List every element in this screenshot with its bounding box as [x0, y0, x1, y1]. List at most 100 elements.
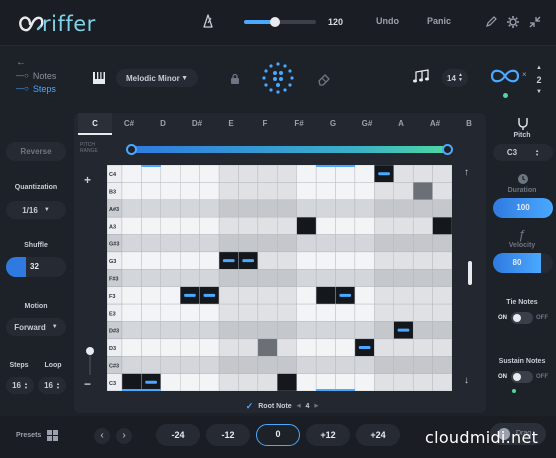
grid-cell[interactable] [180, 251, 200, 270]
grid-cell[interactable] [199, 303, 220, 322]
root-key-f-sharp[interactable]: F# [282, 113, 316, 135]
root-note-control[interactable]: ✓ Root Note ◀ 4 ▶ [236, 399, 328, 413]
grid-cell[interactable] [257, 269, 278, 287]
scroll-up-icon[interactable]: ↑ [464, 167, 469, 178]
grid-cell[interactable] [432, 234, 452, 253]
grid-cell[interactable] [412, 251, 433, 270]
stepper-arrows-icon[interactable]: ▲ ▼ [458, 73, 463, 83]
grid-cell[interactable] [160, 165, 181, 183]
grid-cell[interactable] [160, 216, 181, 235]
grid-cell[interactable] [180, 303, 200, 322]
grid-cell[interactable] [296, 251, 317, 270]
grid-cell[interactable] [335, 321, 356, 340]
grid-cell[interactable] [141, 216, 162, 235]
grid-cell[interactable] [315, 286, 336, 305]
grid-cell[interactable] [374, 286, 394, 305]
grid-cell[interactable] [315, 199, 336, 218]
grid-cell[interactable] [257, 356, 278, 374]
root-key-a-sharp[interactable]: A# [418, 113, 452, 135]
grid-cell[interactable] [335, 216, 356, 235]
grid-cell[interactable] [160, 269, 181, 287]
grid-cell[interactable] [393, 356, 414, 374]
grid-cell[interactable] [199, 216, 220, 235]
lock-icon[interactable] [230, 73, 240, 85]
grid-cell[interactable] [199, 356, 220, 374]
grid-cell[interactable] [121, 165, 142, 183]
metronome-icon[interactable] [201, 14, 215, 28]
note-marker[interactable] [184, 293, 196, 297]
stepper-arrows-icon[interactable]: ▲ ▼ [535, 148, 539, 157]
grid-cell[interactable] [199, 373, 220, 391]
octave-button[interactable]: -24 [156, 424, 200, 446]
octave-button[interactable]: -12 [206, 424, 250, 446]
step-grid[interactable]: C4 B3 A#3 A3 G#3 G3 F#3 F3 E3 D#3 D3 C#3 C3 [107, 165, 452, 391]
grid-cell[interactable] [432, 199, 452, 218]
grid-cell[interactable] [238, 321, 259, 340]
grid-cell[interactable] [315, 321, 336, 340]
grid-cell[interactable] [180, 234, 200, 253]
note-marker[interactable] [145, 380, 157, 384]
grid-cell[interactable] [374, 373, 394, 391]
root-key-c-sharp[interactable]: C# [112, 113, 146, 135]
grid-cell[interactable] [432, 165, 452, 183]
grid-cell[interactable] [315, 165, 336, 183]
grid-cell[interactable] [374, 251, 394, 270]
mode-steps[interactable]: —○ Steps [16, 82, 56, 95]
root-key-a[interactable]: A [384, 113, 418, 135]
grid-cell[interactable] [412, 269, 433, 287]
grid-cell[interactable] [238, 216, 259, 235]
octave-button[interactable]: +12 [306, 424, 350, 446]
grid-cell[interactable] [335, 251, 356, 270]
presets-button[interactable]: Presets [16, 430, 59, 441]
grid-cell[interactable] [141, 321, 162, 340]
grid-cell[interactable] [354, 234, 375, 253]
grid-cell[interactable] [277, 338, 297, 357]
grid-cell[interactable] [412, 199, 433, 218]
grid-cell[interactable] [238, 182, 259, 200]
grid-cell[interactable] [160, 251, 181, 270]
root-key-b[interactable]: B [452, 113, 486, 135]
pitch-stepper[interactable]: C3 ▲ ▼ [493, 144, 553, 161]
grid-cell[interactable] [374, 199, 394, 218]
grid-cell[interactable] [121, 234, 142, 253]
grid-cell[interactable] [296, 338, 317, 357]
randomize-dice-icon[interactable] [261, 61, 295, 95]
grid-cell[interactable] [218, 286, 239, 305]
loop-count-stepper[interactable]: ▲ 2 ▼ [532, 63, 546, 97]
grid-cell[interactable] [296, 269, 317, 287]
grid-cell[interactable] [121, 199, 142, 218]
grid-cell[interactable] [218, 303, 239, 322]
tempo-slider-knob[interactable] [270, 17, 280, 27]
grid-cell[interactable] [335, 165, 356, 183]
grid-cell[interactable] [335, 234, 356, 253]
previous-preset-button[interactable]: ‹ [94, 428, 110, 444]
grid-cell[interactable] [218, 269, 239, 287]
grid-cell[interactable] [354, 216, 375, 235]
grid-cell[interactable] [199, 234, 220, 253]
grid-cell[interactable] [393, 286, 414, 305]
stepper-arrows-icon[interactable]: ▲ ▼ [56, 381, 60, 390]
grid-cell[interactable] [277, 251, 297, 270]
grid-cell[interactable] [315, 182, 336, 200]
grid-cell[interactable] [432, 338, 452, 357]
grid-cell[interactable] [121, 182, 142, 200]
grid-cell[interactable] [315, 356, 336, 374]
grid-cell[interactable] [257, 216, 278, 235]
grid-cell[interactable] [238, 303, 259, 322]
grid-cell[interactable] [412, 234, 433, 253]
grid-cell[interactable] [393, 216, 414, 235]
note-marker[interactable] [378, 172, 390, 176]
mode-notes[interactable]: —○ Notes [16, 69, 56, 82]
note-marker[interactable] [358, 346, 371, 350]
grid-cell[interactable] [277, 286, 297, 305]
grid-cell[interactable] [257, 303, 278, 322]
grid-cell[interactable] [412, 303, 433, 322]
grid-cell[interactable] [277, 182, 297, 200]
grid-cell[interactable] [393, 303, 414, 322]
grid-cell[interactable] [238, 356, 259, 374]
grid-cell[interactable] [141, 251, 162, 270]
grid-cell[interactable] [432, 216, 452, 235]
grid-cell[interactable] [121, 286, 142, 305]
root-key-d-sharp[interactable]: D# [180, 113, 214, 135]
grid-cell[interactable] [218, 338, 239, 357]
